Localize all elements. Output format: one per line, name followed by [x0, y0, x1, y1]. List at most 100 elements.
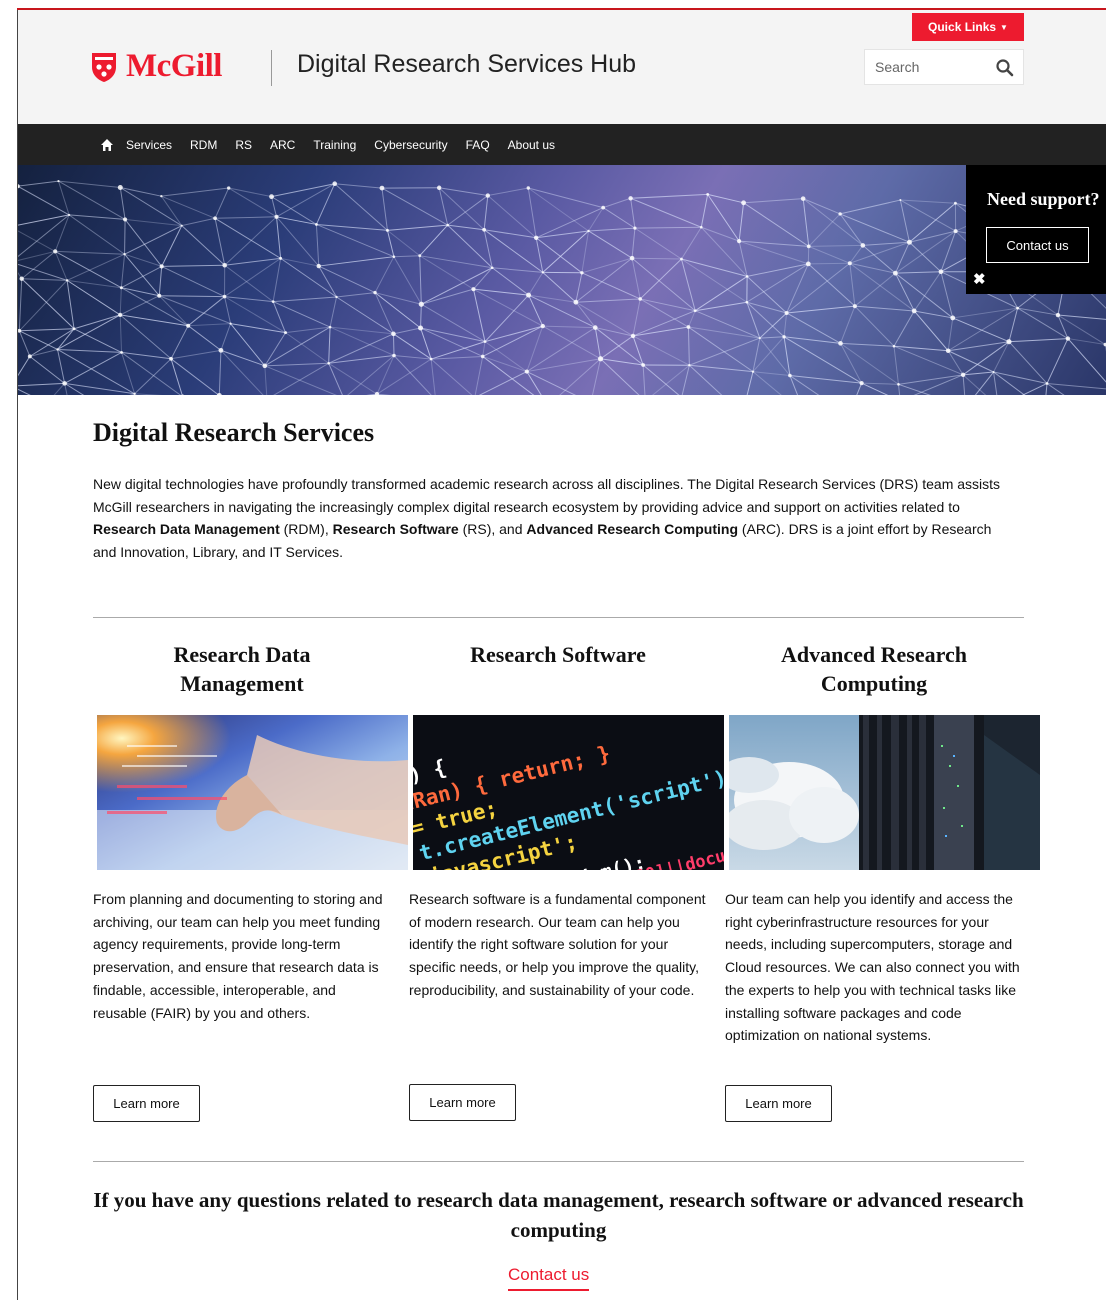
hero-network-image: [18, 179, 1106, 395]
hero-mesh-node: [269, 194, 274, 200]
hero-mesh-line: [67, 279, 122, 289]
hero-mesh-node: [706, 192, 710, 196]
nav-item-about-us[interactable]: About us: [508, 138, 555, 152]
mcgill-logo[interactable]: McGill: [90, 48, 222, 85]
hero-mesh-line: [898, 383, 931, 395]
hero-mesh-node: [213, 216, 217, 221]
contact-us-link[interactable]: Contact us: [508, 1265, 590, 1291]
hero-mesh-line: [421, 267, 493, 305]
hero-mesh-line: [472, 289, 486, 342]
hero-mesh-line: [895, 272, 954, 319]
rdm-description: From planning and documenting to storing…: [93, 891, 383, 1021]
quick-links-button[interactable]: Quick Links ▼: [912, 13, 1024, 41]
hero-mesh-node: [954, 201, 957, 205]
hero-mesh-node: [186, 323, 191, 328]
hero-mesh-node: [911, 308, 917, 314]
hero-mesh-node: [274, 214, 279, 219]
hero-mesh-line: [119, 287, 122, 315]
site-title[interactable]: Digital Research Services Hub: [297, 50, 636, 79]
hero-mesh-node: [418, 325, 424, 331]
hero-mesh-line: [328, 333, 394, 364]
hero-mesh-line: [276, 216, 282, 259]
hero-mesh-line: [161, 264, 225, 267]
hero-mesh-node: [27, 354, 32, 359]
arc-description: Our team can help you identify and acces…: [725, 891, 1020, 1044]
hero-mesh-line: [909, 241, 942, 273]
hero-mesh-line: [447, 224, 485, 231]
support-contact-button[interactable]: Contact us: [986, 227, 1089, 263]
nav-item-services[interactable]: Services: [126, 138, 172, 152]
hero-mesh-node: [533, 235, 539, 240]
hero-mesh-node: [485, 193, 491, 198]
nav-item-arc[interactable]: ARC: [270, 138, 295, 152]
hero-mesh-node: [332, 181, 338, 187]
hero-mesh-line: [746, 263, 809, 303]
hero-mesh-line: [900, 199, 956, 204]
hero-mesh-node: [745, 275, 749, 278]
hero-mesh-line: [743, 202, 810, 247]
intro-bold-rs: Research Software: [332, 521, 459, 537]
hero-mesh-node: [892, 344, 896, 348]
section-divider: [93, 617, 1024, 618]
hero-mesh-line: [214, 217, 281, 259]
hero-mesh-line: [482, 355, 527, 373]
hero-mesh-line: [483, 195, 489, 230]
hero-mesh-node: [573, 299, 579, 305]
hero-mesh-node: [53, 249, 58, 254]
hero-mesh-line: [381, 188, 388, 231]
hero-mesh-node: [629, 255, 635, 261]
intro-bold-arc: Advanced Research Computing: [526, 521, 739, 537]
hero-mesh-line: [630, 193, 708, 199]
hero-mesh-line: [651, 364, 690, 395]
hero-mesh-node: [374, 391, 380, 395]
hero-mesh-line: [393, 255, 420, 258]
hero-mesh-line: [687, 327, 690, 366]
hero-mesh-line: [940, 230, 957, 272]
hero-mesh-line: [187, 296, 225, 327]
hero-mesh-line: [631, 228, 636, 259]
nav-item-rs[interactable]: RS: [235, 138, 252, 152]
hero-banner: [18, 165, 1106, 395]
hero-mesh-line: [581, 230, 590, 273]
hero-mesh-line: [124, 219, 163, 267]
hero-mesh-line: [840, 305, 856, 344]
hero-mesh-line: [1057, 314, 1106, 345]
hero-mesh-line: [18, 388, 31, 395]
hero-mesh-line: [273, 296, 337, 303]
hero-mesh-node: [950, 315, 956, 321]
hero-mesh-line: [134, 358, 172, 395]
hero-mesh-line: [224, 296, 232, 324]
rs-image: () { nRan) { return; } = true; t.createE…: [413, 715, 724, 870]
hero-mesh-node: [540, 323, 545, 329]
hero-mesh-line: [993, 371, 1026, 395]
hero-mesh-line: [484, 325, 543, 343]
hero-mesh-line: [134, 393, 163, 395]
hero-mesh-line: [18, 382, 65, 387]
hero-mesh-line: [893, 346, 899, 385]
hero-mesh-line: [542, 325, 596, 329]
hero-mesh-node: [580, 271, 584, 275]
hero-mesh-line: [329, 326, 395, 356]
hero-mesh-line: [1045, 383, 1048, 395]
hero-mesh-line: [688, 326, 754, 373]
nav-item-training[interactable]: Training: [313, 138, 356, 152]
close-icon[interactable]: ✖: [973, 272, 986, 287]
hero-mesh-line: [849, 263, 856, 307]
hero-mesh-line: [387, 224, 448, 231]
hero-mesh-node: [57, 179, 60, 183]
hero-mesh-line: [952, 317, 1010, 343]
rs-learn-more-button[interactable]: Learn more: [409, 1084, 516, 1121]
search-icon[interactable]: [995, 58, 1015, 78]
home-icon[interactable]: [100, 138, 114, 152]
search-input[interactable]: [865, 59, 985, 75]
nav-item-faq[interactable]: FAQ: [466, 138, 490, 152]
nav-item-cybersecurity[interactable]: Cybersecurity: [374, 138, 447, 152]
arc-learn-more-button[interactable]: Learn more: [725, 1085, 832, 1122]
mcgill-crest-icon: [92, 52, 116, 82]
hero-mesh-line: [64, 382, 135, 395]
hero-mesh-line: [894, 272, 915, 312]
hero-mesh-line: [588, 230, 633, 259]
nav-item-rdm[interactable]: RDM: [190, 138, 217, 152]
rdm-learn-more-button[interactable]: Learn more: [93, 1085, 200, 1122]
hero-mesh-node: [222, 262, 227, 268]
